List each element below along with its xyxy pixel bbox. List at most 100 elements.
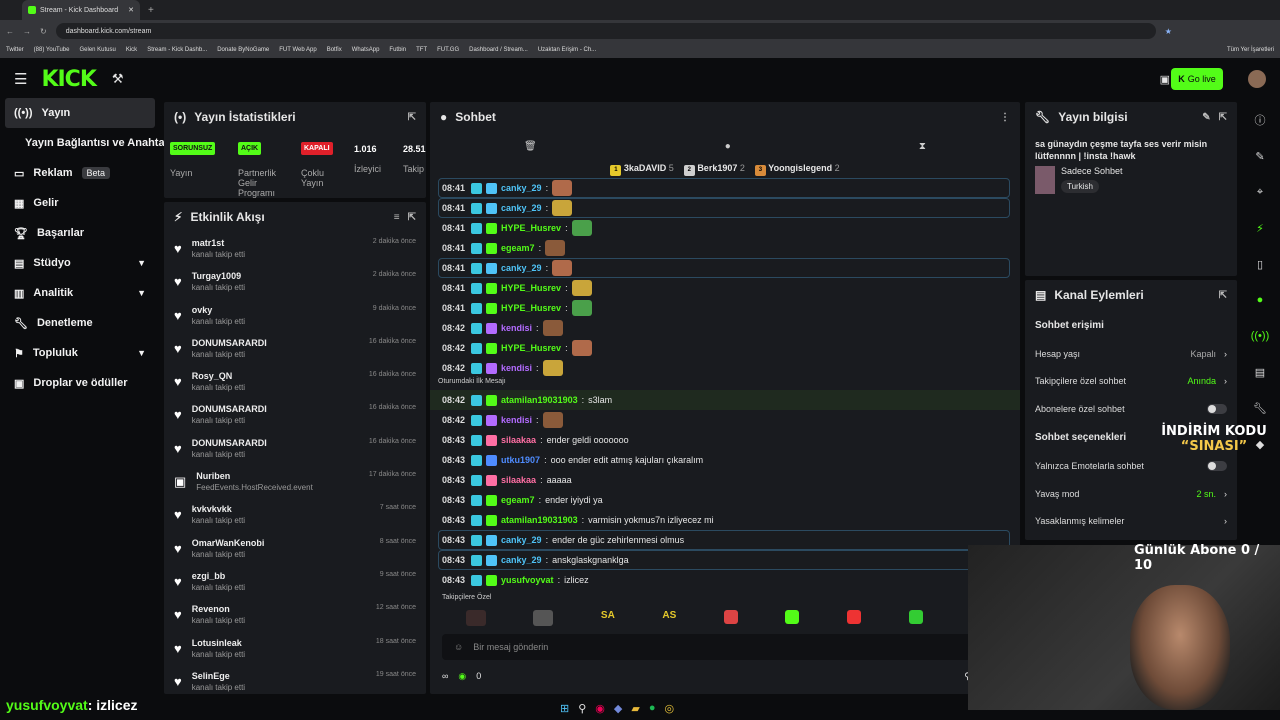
gifter[interactable]: 1 3kaDAVID 5 [610, 163, 674, 176]
infinity-icon[interactable]: ∞ [442, 671, 448, 681]
chat-message[interactable]: 08:43 canky_29: anskglaskgnanklga [438, 550, 1010, 570]
message-user[interactable]: HYPE_Husrev [501, 303, 561, 313]
chat-message[interactable]: 08:43 egeam7: ender iyiydi ya [430, 490, 1020, 510]
chat-message[interactable]: 08:43 utku1907: ooo ender edit atmış kajul… [430, 450, 1020, 470]
windows-icon[interactable]: ⊞ [560, 702, 569, 715]
emote-text[interactable]: AS [662, 610, 676, 628]
chat-input[interactable]: ☺ Bir mesaj gönderin [442, 634, 1008, 660]
gifter[interactable]: 3 Yoongislegend 2 [754, 163, 840, 176]
emote-image[interactable] [465, 610, 486, 626]
message-user[interactable]: kendisi [501, 415, 532, 425]
menu-icon[interactable]: ☰ [14, 70, 27, 88]
bookmark-item[interactable]: Gelen Kutusu [79, 47, 115, 53]
sidebar-item-denetleme[interactable]: 🔧︎ Denetleme [0, 308, 160, 338]
chat-message[interactable]: 08:43 atamilan19031903: varmisin yokmus7n … [430, 510, 1020, 530]
bookmark-item[interactable]: Donate ByNoGame [217, 47, 269, 53]
chat-message[interactable]: 08:43 yusufvoyvat: izlicez [430, 570, 1020, 590]
hammer-icon[interactable]: ⚒ [112, 71, 124, 87]
emote-text[interactable]: SA [601, 610, 615, 628]
slow-mode-row[interactable]: Yavaş mod 2 sn. › [1025, 480, 1237, 508]
sidebar-item-droplar[interactable]: ▣ Droplar ve ödüller [0, 368, 160, 398]
reload-icon[interactable]: ↻ [40, 27, 47, 36]
bookmark-item[interactable]: (88) YouTube [34, 47, 70, 53]
chat-icon[interactable]: ● [725, 141, 731, 152]
message-user[interactable]: canky_29 [501, 183, 542, 193]
bookmark-item[interactable]: FUT Web App [279, 47, 316, 53]
message-user[interactable]: kendisi [501, 323, 532, 333]
discord-icon[interactable]: ◆ [614, 702, 622, 715]
emote-image[interactable] [846, 610, 861, 624]
url-field[interactable]: dashboard.kick.com/stream [55, 23, 1156, 39]
edit-icon[interactable]: ✎ [1202, 112, 1210, 123]
account-age-row[interactable]: Hesap yaşı Kapalı › [1025, 340, 1237, 368]
banned-words-row[interactable]: Yasaklanmış kelimeler › [1025, 508, 1237, 536]
pencil-icon[interactable]: ✎ [1241, 138, 1279, 174]
emote-icon[interactable]: ☺ [454, 642, 463, 652]
message-user[interactable]: atamilan19031903 [501, 395, 578, 405]
forward-icon[interactable]: → [23, 27, 31, 36]
bookmark-item[interactable]: Twitter [6, 47, 24, 53]
gifter[interactable]: 2 Berk1907 2 [683, 163, 745, 176]
filter-icon[interactable]: ≡ [394, 212, 400, 223]
trash-icon[interactable]: 🗑︎ [524, 141, 537, 152]
chat-message[interactable]: 08:41 HYPE_Husrev: [430, 298, 1020, 318]
chat-message[interactable]: 08:43 silaakaa: ender geldi ooooooo [430, 430, 1020, 450]
wrench-icon[interactable]: 🔧︎ [1241, 390, 1279, 426]
bookmark-star-icon[interactable]: ★ [1165, 27, 1172, 36]
sidebar-item-stream-key[interactable]: Yayın Bağlantısı ve Anahtarı [0, 128, 172, 158]
bookmark-item[interactable]: Futbin [389, 47, 406, 53]
chat-message[interactable]: 08:42 atamilan19031903: s3lam [430, 390, 1020, 410]
sub-only-toggle[interactable] [1207, 403, 1227, 414]
back-icon[interactable]: ← [6, 27, 14, 36]
message-user[interactable]: HYPE_Husrev [501, 223, 561, 233]
chat-message[interactable]: 08:42 kendisi: [430, 318, 1020, 338]
capture-icon[interactable]: ⌖ [1241, 174, 1279, 210]
chat-message[interactable]: 08:42 kendisi: [430, 358, 1020, 378]
avatar[interactable] [1248, 70, 1266, 88]
sidebar-item-basarilar[interactable]: 🏆︎ Başarılar [0, 218, 160, 248]
chrome-icon[interactable]: ◎ [664, 702, 674, 715]
emote-image[interactable] [533, 610, 554, 626]
chat-message[interactable]: 08:43 canky_29: ender de güc zehirlenmesi … [438, 530, 1010, 550]
close-tab-icon[interactable]: ✕ [128, 6, 134, 14]
broadcast-icon[interactable]: ((•)) [1241, 318, 1279, 354]
hourglass-icon[interactable]: ⧗ [919, 141, 926, 152]
message-user[interactable]: egeam7 [501, 495, 535, 505]
emote-image[interactable] [785, 610, 800, 624]
channel-icon[interactable]: ▤ [1241, 354, 1279, 390]
emote-only-toggle[interactable] [1207, 461, 1227, 472]
lightning-icon[interactable]: ⚡︎ [1241, 210, 1279, 246]
message-user[interactable]: HYPE_Husrev [501, 283, 561, 293]
bookmark-item[interactable]: TFT [416, 47, 427, 53]
sidebar-item-analitik[interactable]: ▥ Analitik ▼ [0, 278, 160, 308]
chat-icon[interactable]: ● [1241, 282, 1279, 318]
message-user[interactable]: canky_29 [501, 203, 542, 213]
chat-message[interactable]: 08:41 canky_29: [438, 198, 1010, 218]
chat-message[interactable]: 08:41 canky_29: [438, 258, 1010, 278]
kick-logo[interactable]: KICK [41, 67, 96, 92]
message-user[interactable]: atamilan19031903 [501, 515, 578, 525]
obs-icon[interactable]: ◉ [595, 702, 605, 715]
message-user[interactable]: utku1907 [501, 455, 540, 465]
message-user[interactable]: canky_29 [501, 535, 542, 545]
bookmark-item[interactable]: WhatsApp [352, 47, 380, 53]
bookmark-item[interactable]: Stream - Kick Dashb... [147, 47, 207, 53]
bookmark-item[interactable]: Dashboard / Stream... [469, 47, 528, 53]
popout-icon[interactable]: ⇱ [408, 112, 416, 123]
message-user[interactable]: canky_29 [501, 263, 542, 273]
bookmark-item[interactable]: Uzaktan Erişim - Ch... [538, 47, 596, 53]
sidebar-item-studyo[interactable]: ▤ Stüdyo ▼ [0, 248, 160, 278]
info-icon[interactable]: ⓘ [1241, 102, 1279, 138]
browser-tab[interactable]: Stream - Kick Dashboard ✕ [22, 0, 140, 20]
message-user[interactable]: kendisi [501, 363, 532, 373]
message-user[interactable]: yusufvoyvat [501, 575, 554, 585]
chat-message[interactable]: 08:42 HYPE_Husrev: [430, 338, 1020, 358]
sidebar-item-yayin[interactable]: ((•)) Yayın [5, 98, 155, 128]
chat-message[interactable]: 08:43 silaakaa: aaaaa [430, 470, 1020, 490]
chat-message[interactable]: 08:42 kendisi: [430, 410, 1020, 430]
bookmark-item[interactable]: FUT.GG [437, 47, 459, 53]
document-icon[interactable]: ▯ [1241, 246, 1279, 282]
message-user[interactable]: silaakaa [501, 475, 536, 485]
popout-icon[interactable]: ⇱ [408, 212, 416, 223]
follower-only-row[interactable]: Takipçilere özel sohbet Anında › [1025, 368, 1237, 396]
